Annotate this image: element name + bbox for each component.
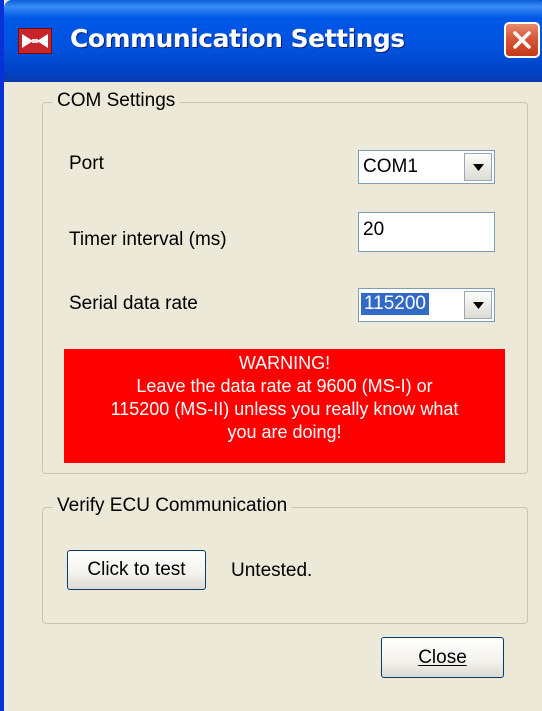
- timer-interval-value: 20: [363, 219, 385, 240]
- warning-line: Leave the data rate at 9600 (MS-I) or: [136, 376, 433, 396]
- dialog-window: Communication Settings COM Settings Port…: [0, 0, 542, 711]
- warning-line: 115200 (MS-II) unless you really know wh…: [110, 399, 459, 419]
- timer-interval-label: Timer interval (ms): [69, 229, 227, 250]
- chevron-down-icon: [473, 164, 484, 171]
- com-settings-legend: COM Settings: [53, 90, 180, 112]
- app-icon: [18, 28, 52, 54]
- chevron-down-icon: [473, 302, 484, 309]
- serial-data-rate-label: Serial data rate: [69, 293, 198, 314]
- port-dropdown-button[interactable]: [464, 153, 492, 181]
- close-button-label: Close: [418, 647, 467, 668]
- verify-ecu-group: Verify ECU Communication Click to test U…: [42, 495, 528, 624]
- click-to-test-label: Click to test: [87, 559, 186, 580]
- port-select-value: COM1: [363, 156, 418, 177]
- serial-data-rate-value: 115200: [360, 292, 430, 316]
- timer-interval-input[interactable]: 20: [358, 212, 495, 252]
- close-window-button[interactable]: [504, 22, 540, 58]
- close-button[interactable]: Close: [381, 637, 504, 678]
- warning-line: you are doing!: [227, 422, 342, 442]
- title-bar[interactable]: Communication Settings: [4, 0, 542, 82]
- port-label: Port: [69, 153, 104, 174]
- window-title: Communication Settings: [70, 24, 405, 53]
- port-select[interactable]: COM1: [358, 150, 495, 184]
- warning-banner: WARNING! Leave the data rate at 9600 (MS…: [64, 349, 505, 463]
- close-icon: [513, 31, 531, 49]
- test-status-text: Untested.: [231, 560, 313, 581]
- dialog-body: COM Settings Port COM1 Timer interval (m…: [8, 82, 542, 711]
- serial-data-rate-dropdown-button[interactable]: [464, 291, 492, 319]
- click-to-test-button[interactable]: Click to test: [67, 550, 206, 590]
- serial-data-rate-select[interactable]: 115200: [358, 288, 495, 322]
- verify-ecu-legend: Verify ECU Communication: [53, 495, 292, 517]
- com-settings-group: COM Settings Port COM1 Timer interval (m…: [42, 90, 528, 474]
- warning-title: WARNING!: [238, 353, 331, 373]
